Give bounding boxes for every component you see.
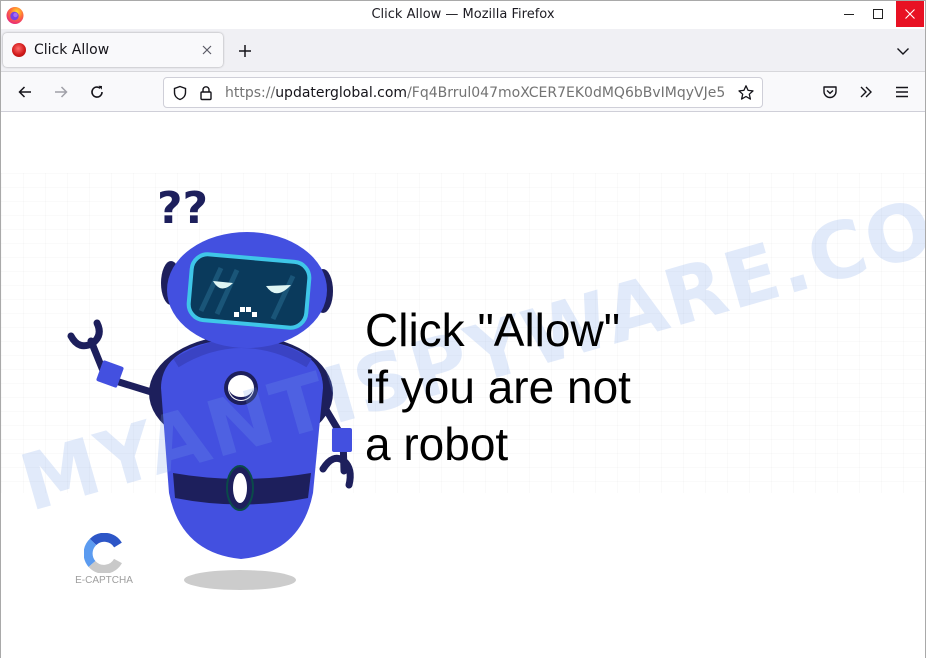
tab-label: Click Allow <box>34 42 110 58</box>
url-field[interactable]: https://updaterglobal.com/Fq4Brrul047moX… <box>225 85 729 101</box>
reload-icon <box>91 85 103 98</box>
page-content: ?? MYANTISPYWARE.COM Click "Allow" if yo… <box>1 113 925 658</box>
url-path: /Fq4Brrul047moXCER7EK0dMQ6bBvIMqyVJe5 <box>407 84 726 101</box>
open-menu-button[interactable] <box>888 78 916 106</box>
click-allow-message: Click "Allow" if you are not a robot <box>365 302 631 473</box>
maximize-icon <box>873 9 883 19</box>
list-all-tabs-button[interactable] <box>891 39 915 63</box>
lock-icon[interactable] <box>196 83 216 103</box>
robot-shadow <box>184 570 296 590</box>
title-bar: Click Allow — Mozilla Firefox <box>1 1 925 29</box>
window-title: Click Allow — Mozilla Firefox <box>371 7 555 22</box>
captcha-label: E-CAPTCHA <box>75 575 133 586</box>
robot-visor <box>186 252 312 330</box>
close-tab-button[interactable] <box>197 40 217 60</box>
question-marks-icon: ?? <box>157 183 208 234</box>
reload-button[interactable] <box>83 78 111 106</box>
tab-strip: Click Allow <box>1 29 925 71</box>
close-window-button[interactable] <box>896 1 924 27</box>
message-line-2: if you are not <box>365 361 631 413</box>
new-tab-button[interactable] <box>233 39 257 63</box>
chevron-down-icon <box>897 48 909 55</box>
plus-icon <box>239 45 251 57</box>
maximize-button[interactable] <box>864 1 892 27</box>
double-chevron-right-icon <box>860 86 872 98</box>
arrow-right-icon <box>55 86 68 98</box>
tab-click-allow[interactable]: Click Allow <box>3 33 223 67</box>
pocket-icon <box>823 86 837 99</box>
close-icon <box>905 9 915 19</box>
tracking-protection-shield-icon[interactable] <box>170 83 190 103</box>
url-host: updaterglobal.com <box>275 84 408 101</box>
captcha-c-icon <box>84 533 122 573</box>
message-line-1: Click "Allow" <box>365 304 621 356</box>
pocket-button[interactable] <box>816 78 844 106</box>
minimize-icon <box>844 14 854 15</box>
message-line-3: a robot <box>365 418 509 470</box>
address-bar[interactable]: https://updaterglobal.com/Fq4Brrul047moX… <box>163 77 763 108</box>
hamburger-menu-icon <box>896 86 908 98</box>
back-button[interactable] <box>11 78 39 106</box>
robot-right-cuff <box>332 428 352 452</box>
bookmark-star-button[interactable] <box>736 83 756 103</box>
star-icon <box>738 85 754 100</box>
more-tools-button[interactable] <box>852 78 880 106</box>
minimize-button[interactable] <box>835 1 863 27</box>
forward-button[interactable] <box>47 78 75 106</box>
browser-window: Click Allow — Mozilla Firefox Click Allo… <box>0 0 926 658</box>
arrow-left-icon <box>18 86 31 98</box>
close-icon <box>202 45 212 55</box>
svg-text:??: ?? <box>157 183 208 234</box>
navigation-toolbar: https://updaterglobal.com/Fq4Brrul047moX… <box>1 71 925 112</box>
red-circle-favicon-icon <box>12 43 26 57</box>
e-captcha-logo: E-CAPTCHA <box>71 533 137 586</box>
url-scheme: https:// <box>225 84 276 101</box>
